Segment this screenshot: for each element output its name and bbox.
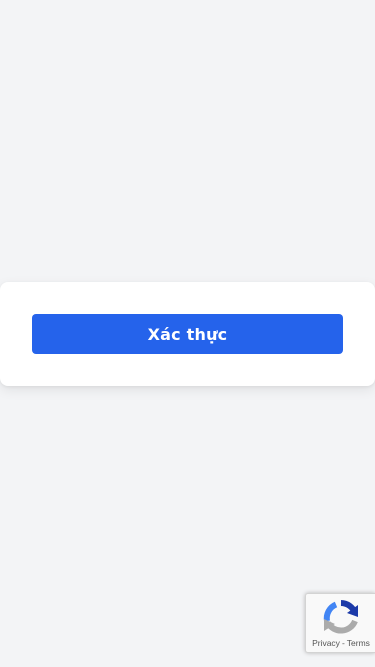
recaptcha-links: Privacy - Terms [306,638,375,648]
terms-link[interactable]: Terms [347,638,370,648]
links-separator: - [341,638,345,648]
verify-card: Xác thực [0,282,375,386]
privacy-link[interactable]: Privacy [312,638,340,648]
recaptcha-icon [323,600,358,634]
recaptcha-badge[interactable]: Privacy - Terms [305,593,375,653]
verify-button[interactable]: Xác thực [32,314,343,354]
page: Xác thực Privacy - Terms [0,0,375,667]
